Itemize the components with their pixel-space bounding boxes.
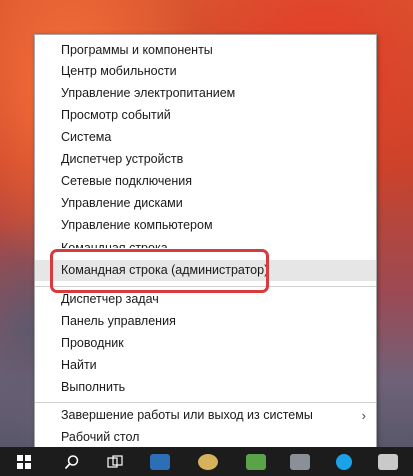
task-view-icon (107, 454, 123, 468)
menu-item-file-explorer[interactable]: Проводник (35, 333, 376, 354)
menu-item-run[interactable]: Выполнить (35, 377, 376, 398)
search-icon (64, 454, 79, 469)
task-view-button[interactable] (98, 447, 134, 476)
app-icon (198, 453, 218, 470)
menu-item-programs-and-features[interactable]: Программы и компоненты (35, 40, 376, 61)
menu-item-task-manager[interactable]: Диспетчер задач (35, 289, 376, 310)
menu-item-shutdown-label: Завершение работы или выход из системы (61, 408, 313, 422)
winx-context-menu: Программы и компоненты Центр мобильности… (34, 34, 377, 456)
menu-item-device-manager[interactable]: Диспетчер устройств (35, 149, 376, 170)
windows-logo-icon (17, 454, 31, 469)
taskbar-app-5[interactable] (370, 447, 406, 476)
taskbar-app-2[interactable] (190, 447, 226, 476)
taskbar-app-4[interactable] (282, 447, 318, 476)
desktop-background: Программы и компоненты Центр мобильности… (0, 0, 413, 476)
app-icon (378, 453, 398, 470)
menu-item-desktop[interactable]: Рабочий стол (35, 427, 376, 448)
skype-icon (336, 453, 352, 470)
app-icon (150, 453, 170, 470)
menu-item-mobility-center[interactable]: Центр мобильности (35, 61, 376, 82)
menu-item-system[interactable]: Система (35, 127, 376, 148)
app-icon (290, 453, 310, 470)
menu-item-network-connections[interactable]: Сетевые подключения (35, 171, 376, 192)
taskbar-search-button[interactable] (54, 447, 90, 476)
menu-item-event-viewer[interactable]: Просмотр событий (35, 105, 376, 126)
taskbar-app-3[interactable] (238, 447, 274, 476)
chevron-right-icon: › (361, 408, 366, 423)
menu-item-command-prompt[interactable]: Командная строка (35, 238, 376, 248)
menu-item-computer-management[interactable]: Управление компьютером (35, 215, 376, 236)
menu-separator (35, 402, 376, 403)
menu-item-control-panel[interactable]: Панель управления (35, 311, 376, 332)
taskbar (0, 447, 413, 476)
start-button[interactable] (6, 447, 42, 476)
menu-separator (35, 286, 376, 287)
menu-item-shutdown-or-sign-out[interactable]: Завершение работы или выход из системы › (35, 405, 376, 426)
menu-item-search[interactable]: Найти (35, 355, 376, 376)
menu-item-disk-management[interactable]: Управление дисками (35, 193, 376, 214)
app-icon (246, 453, 266, 470)
menu-item-command-prompt-admin[interactable]: Командная строка (администратор) (35, 260, 376, 281)
taskbar-skype[interactable] (326, 447, 362, 476)
taskbar-app-1[interactable] (142, 447, 178, 476)
menu-item-power-options[interactable]: Управление электропитанием (35, 83, 376, 104)
